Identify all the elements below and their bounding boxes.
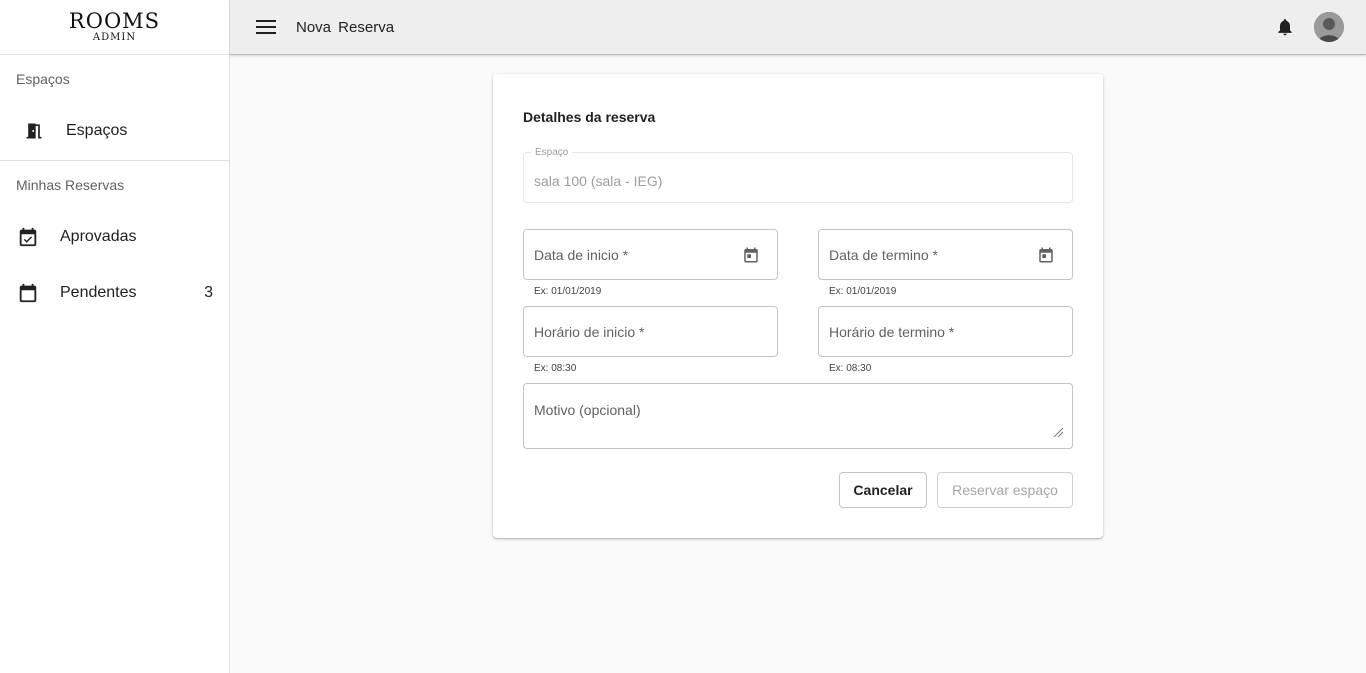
sidebar-item-label: Aprovadas — [60, 228, 137, 245]
calendar-icon[interactable] — [1036, 245, 1056, 265]
reason-placeholder: Motivo (opcional) — [534, 402, 641, 418]
space-field-value: sala 100 (sala - IEG) — [534, 173, 663, 189]
space-field: Espaço sala 100 (sala - IEG) — [523, 147, 1073, 203]
app-header: Nova Reserva — [230, 0, 1366, 55]
end-date-placeholder: Data de termino * — [829, 246, 938, 263]
menu-icon[interactable] — [254, 15, 278, 39]
sidebar-item-label: Pendentes — [60, 284, 137, 301]
section-header-espacos: Espaços — [16, 71, 70, 87]
space-field-label: Espaço — [531, 147, 573, 158]
logo-sub-text: ADMIN — [92, 32, 137, 43]
end-date-helper: Ex: 01/01/2019 — [829, 286, 897, 297]
sidebar: ROOMS ADMIN Espaços Espaços Minhas Reser… — [0, 0, 230, 673]
start-date-field[interactable]: Data de inicio * — [523, 229, 778, 280]
start-date-placeholder: Data de inicio * — [534, 246, 629, 263]
pending-count-badge: 3 — [204, 284, 213, 301]
page-title: Nova Reserva — [296, 18, 395, 36]
card-title: Detalhes da reserva — [523, 109, 656, 125]
calendar-icon — [16, 281, 40, 305]
door-icon — [22, 119, 46, 143]
reserve-space-button[interactable]: Reservar espaço — [937, 472, 1073, 508]
end-time-field[interactable]: Horário de termino * — [818, 306, 1073, 357]
bell-icon[interactable] — [1273, 15, 1297, 39]
start-time-field[interactable]: Horário de inicio * — [523, 306, 778, 357]
sidebar-item-aprovadas[interactable]: Aprovadas — [0, 209, 229, 265]
start-date-helper: Ex: 01/01/2019 — [534, 286, 602, 297]
start-time-placeholder: Horário de inicio * — [534, 323, 645, 340]
calendar-check-icon — [16, 225, 40, 249]
reservation-card: Detalhes da reserva Espaço sala 100 (sal… — [493, 74, 1103, 538]
resize-handle-icon[interactable] — [1054, 428, 1063, 437]
end-time-placeholder: Horário de termino * — [829, 323, 955, 340]
section-header-minhas-reservas: Minhas Reservas — [16, 177, 125, 193]
reason-textarea[interactable]: Motivo (opcional) — [523, 383, 1073, 449]
cancel-button[interactable]: Cancelar — [839, 472, 927, 508]
logo-main-text: ROOMS — [68, 9, 161, 33]
logo[interactable]: ROOMS ADMIN — [0, 0, 229, 55]
sidebar-item-espacos[interactable]: Espaços — [0, 103, 229, 159]
sidebar-item-pendentes[interactable]: Pendentes 3 — [0, 265, 229, 321]
start-time-helper: Ex: 08:30 — [534, 363, 577, 374]
avatar[interactable] — [1314, 12, 1344, 42]
end-date-field[interactable]: Data de termino * — [818, 229, 1073, 280]
sidebar-item-label: Espaços — [66, 122, 128, 139]
calendar-icon[interactable] — [741, 245, 761, 265]
end-time-helper: Ex: 08:30 — [829, 363, 872, 374]
